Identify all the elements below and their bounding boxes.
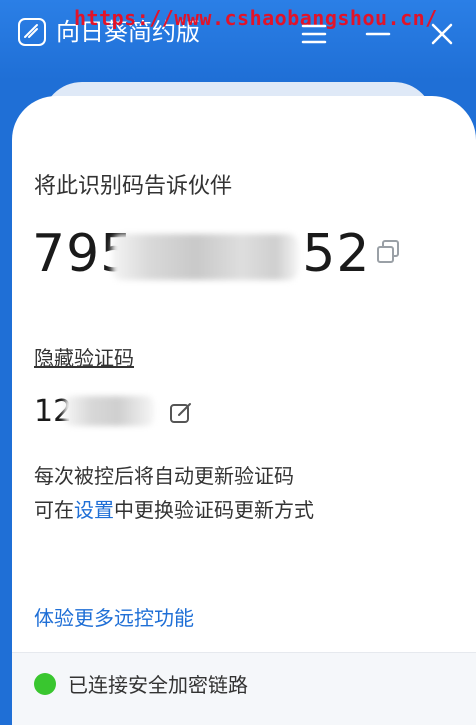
main-card: 将此识别码告诉伙伴 795 52 隐藏验证码 12 每次被控后将自动更新验证码 可… [12, 96, 476, 725]
minimize-icon [365, 32, 391, 36]
settings-hint: 可在设置中更换验证码更新方式 [34, 494, 314, 523]
close-button[interactable] [428, 20, 456, 48]
minimize-button[interactable] [364, 20, 392, 48]
sunflower-logo-icon [18, 18, 46, 46]
title-bar: 向日葵简约版 https://www.cshaobangshou.cn/ [0, 0, 476, 80]
update-hint: 每次被控后将自动更新验证码 [34, 464, 294, 488]
identity-label: 将此识别码告诉伙伴 [34, 174, 233, 199]
copy-icon [377, 240, 399, 263]
hide-verification-link[interactable]: 隐藏验证码 [34, 342, 134, 371]
close-icon [431, 23, 453, 45]
menu-icon [301, 24, 327, 44]
edit-verification-button[interactable] [168, 400, 194, 426]
settings-hint-before: 可在 [34, 498, 74, 522]
edit-icon [170, 403, 191, 423]
settings-link[interactable]: 设置 [74, 498, 114, 522]
settings-hint-after: 中更换验证码更新方式 [114, 498, 314, 522]
status-bar: 已连接安全加密链路 [12, 652, 476, 725]
menu-button[interactable] [300, 20, 328, 48]
connection-status: 已连接安全加密链路 [68, 673, 248, 697]
identity-code-mask [112, 234, 298, 280]
more-features-link[interactable]: 体验更多远控功能 [34, 602, 194, 631]
identity-code-suffix: 52 [302, 224, 371, 284]
copy-button[interactable] [374, 238, 402, 266]
verification-code-mask [64, 396, 154, 426]
status-dot-icon [34, 673, 56, 695]
